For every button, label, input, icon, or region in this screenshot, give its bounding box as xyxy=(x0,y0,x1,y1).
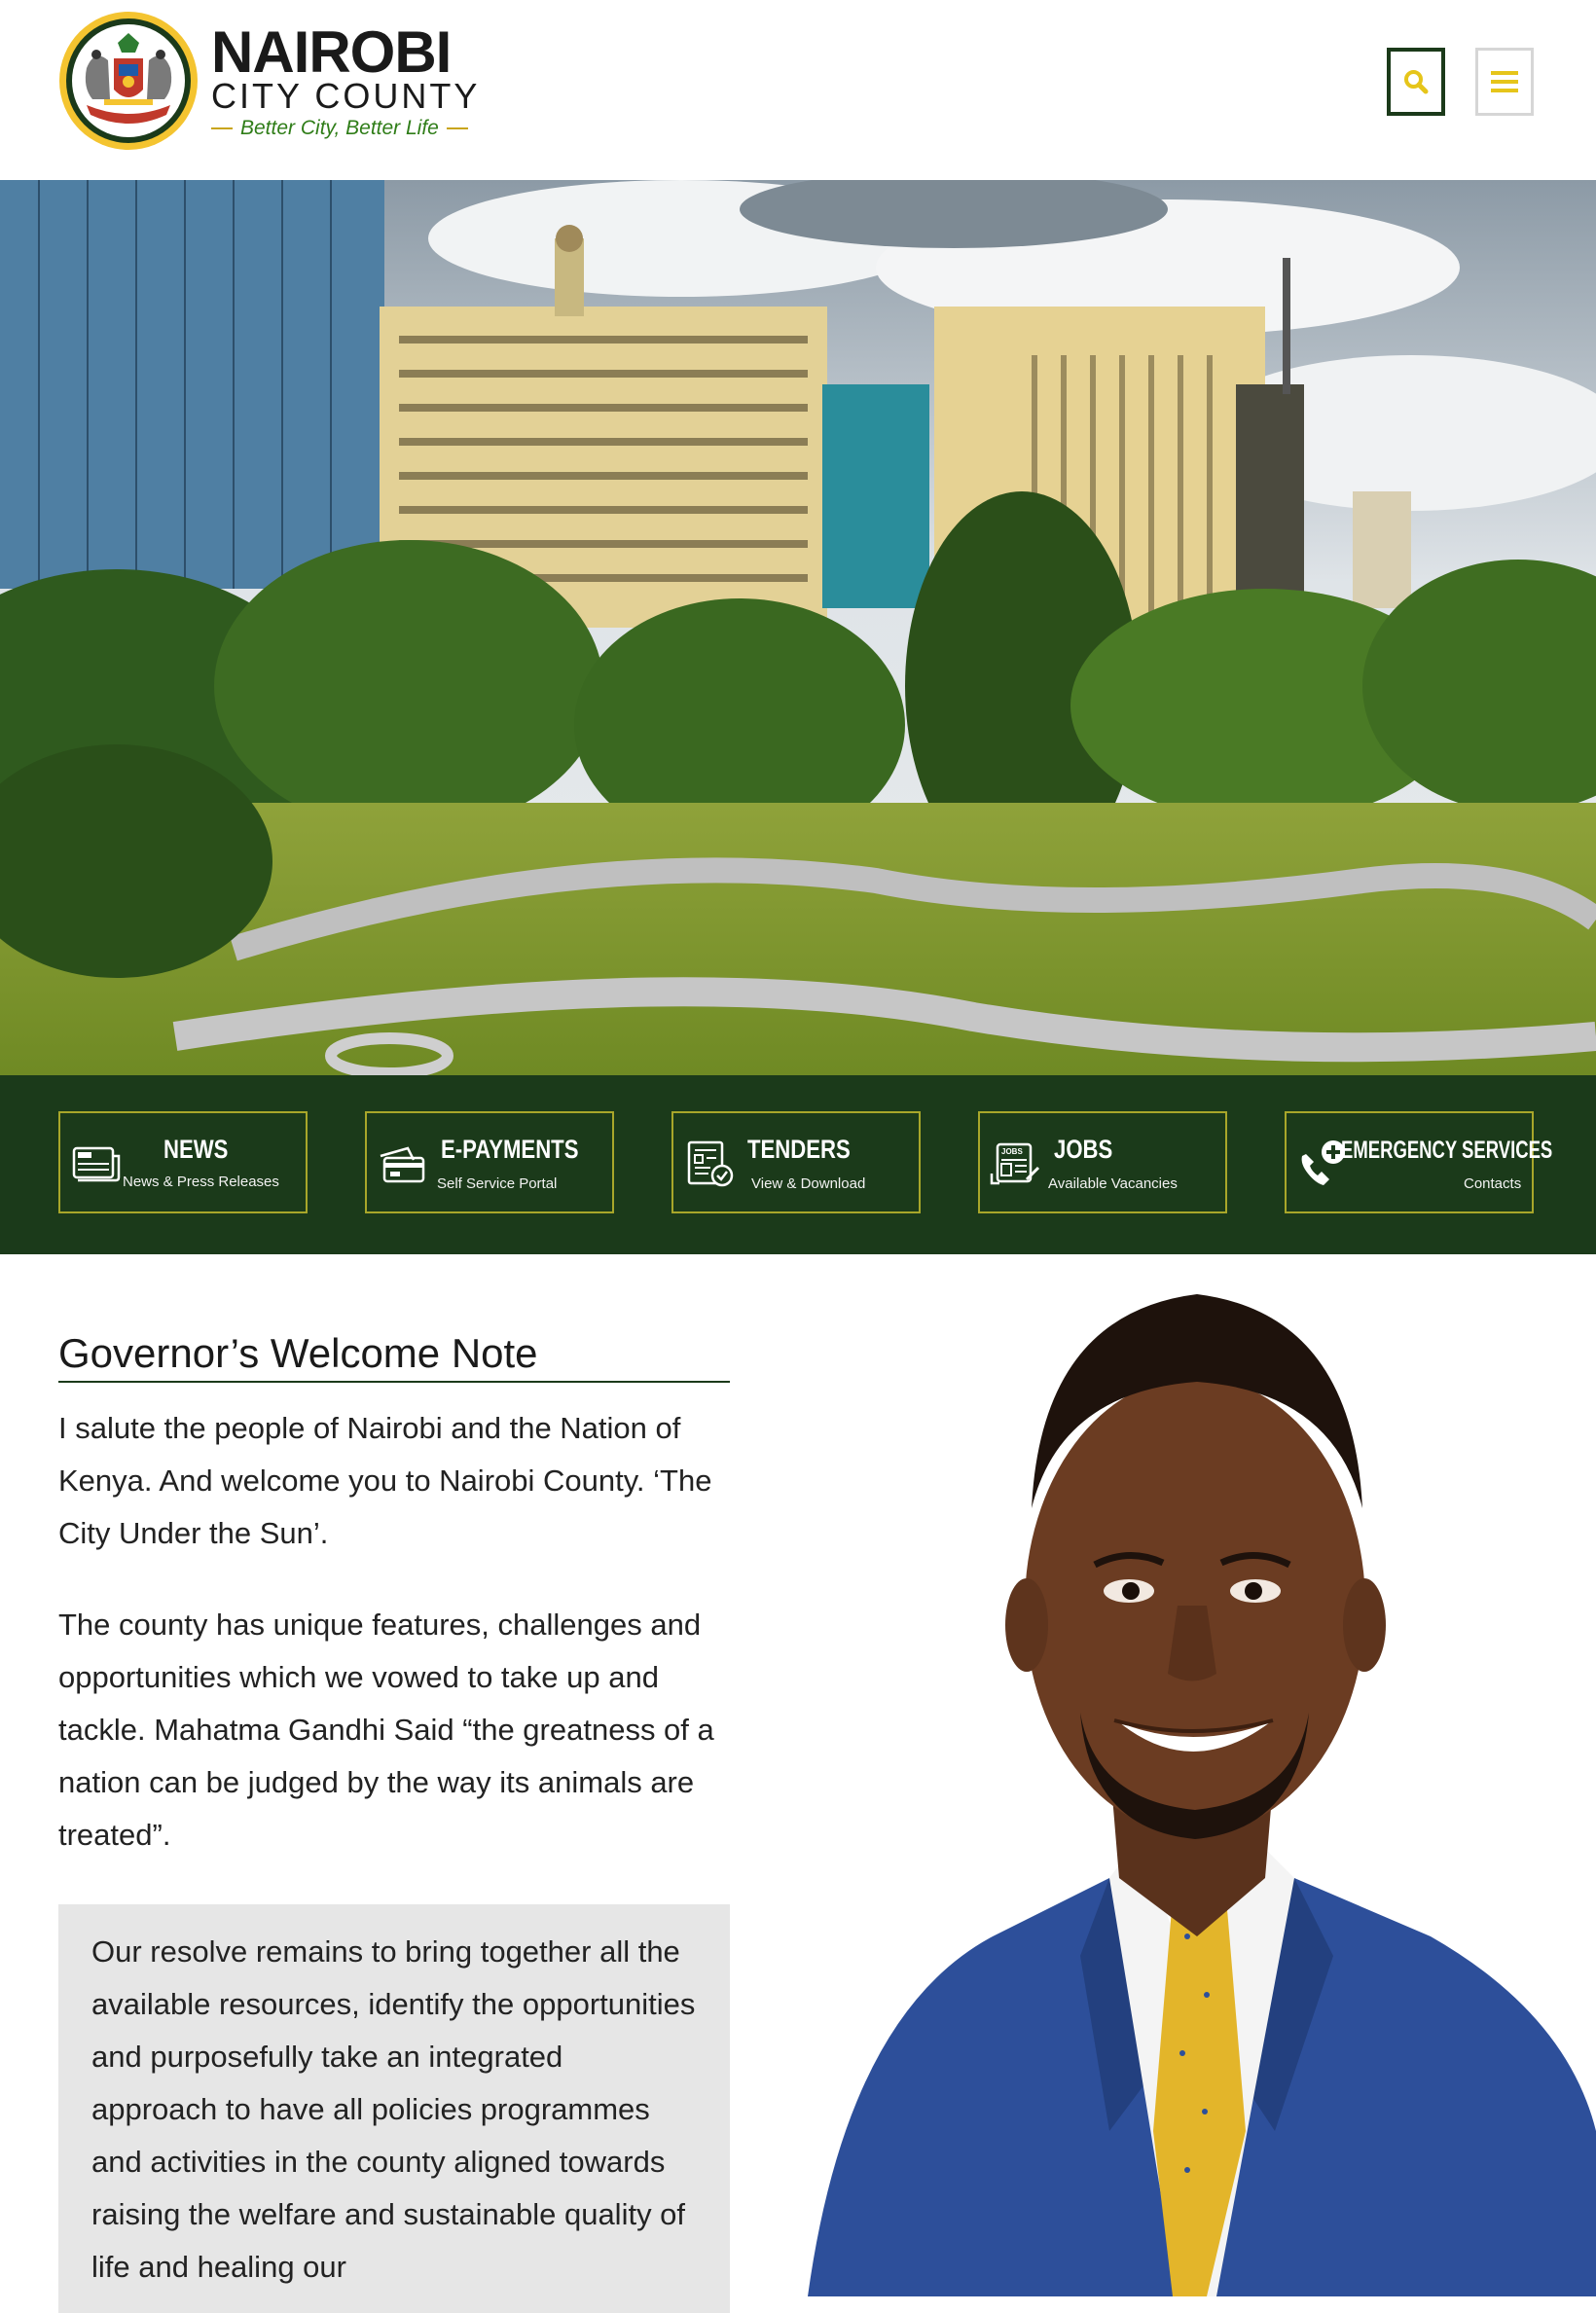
hamburger-menu-icon xyxy=(1491,71,1518,92)
quick-link-subtitle: Contacts xyxy=(1464,1175,1522,1192)
search-icon xyxy=(1404,70,1429,94)
nairobi-skyline-image xyxy=(0,180,1596,1075)
quick-link-title: EMERGENCY SERVICES xyxy=(1341,1137,1553,1164)
quick-link-e-payments[interactable]: E-PAYMENTS Self Service Portal xyxy=(365,1111,614,1213)
nairobi-city-county-logo[interactable]: NAIROBI CITY COUNTY Better City, Better … xyxy=(57,10,505,152)
logo-wordmark: NAIROBI CITY COUNTY Better City, Better … xyxy=(211,23,480,140)
welcome-title: Governor’s Welcome Note xyxy=(58,1328,730,1383)
county-seal-icon xyxy=(59,12,198,150)
quick-link-jobs[interactable]: JOBS JOBS Available Vacancies xyxy=(978,1111,1227,1213)
quick-link-tenders[interactable]: TENDERS View & Download xyxy=(671,1111,921,1213)
governor-photo xyxy=(788,1255,1596,2296)
logo-line1: NAIROBI xyxy=(211,19,452,85)
quick-link-subtitle: Self Service Portal xyxy=(437,1175,558,1192)
payment-card-icon xyxy=(380,1146,425,1183)
logo-line2: CITY COUNTY xyxy=(211,76,481,116)
svg-text:JOBS: JOBS xyxy=(1001,1147,1023,1156)
quick-link-news[interactable]: NEWS News & Press Releases xyxy=(58,1111,308,1213)
quick-link-subtitle: View & Download xyxy=(751,1175,866,1192)
tagline-rule-left xyxy=(211,127,233,129)
jobs-newspaper-icon: JOBS xyxy=(990,1142,1040,1185)
governor-portrait-image xyxy=(788,1255,1596,2296)
welcome-paragraph-2: The county has unique features, challeng… xyxy=(58,1608,714,1852)
document-check-icon xyxy=(687,1140,734,1187)
welcome-paragraph-1: I salute the people of Nairobi and the N… xyxy=(58,1411,712,1550)
logo-tagline-row: Better City, Better Life xyxy=(211,117,480,140)
hero-banner-image xyxy=(0,180,1596,1075)
search-button[interactable] xyxy=(1387,48,1445,116)
logo-tagline: Better City, Better Life xyxy=(240,117,439,139)
quick-link-title: TENDERS xyxy=(747,1135,851,1164)
quick-link-subtitle: News & Press Releases xyxy=(123,1174,279,1190)
welcome-quote-box: Our resolve remains to bring together al… xyxy=(58,1904,730,2313)
quick-link-title: NEWS xyxy=(163,1135,229,1164)
welcome-quote-text: Our resolve remains to bring together al… xyxy=(91,1934,696,2284)
site-header: NAIROBI CITY COUNTY Better City, Better … xyxy=(0,0,1596,180)
quick-link-title: E-PAYMENTS xyxy=(441,1135,579,1164)
menu-button[interactable] xyxy=(1475,48,1534,116)
quick-link-title: JOBS xyxy=(1054,1135,1113,1164)
quick-link-subtitle: Available Vacancies xyxy=(1048,1175,1178,1192)
newspaper-icon xyxy=(72,1146,121,1182)
quick-links-bar: NEWS News & Press Releases E-PAYMENTS Se… xyxy=(0,1075,1596,1254)
governor-welcome-section: Governor’s Welcome Note I salute the peo… xyxy=(58,1328,730,1861)
tagline-rule-right xyxy=(446,127,468,129)
quick-link-emergency-services[interactable]: EMERGENCY SERVICES Contacts xyxy=(1285,1111,1552,1213)
